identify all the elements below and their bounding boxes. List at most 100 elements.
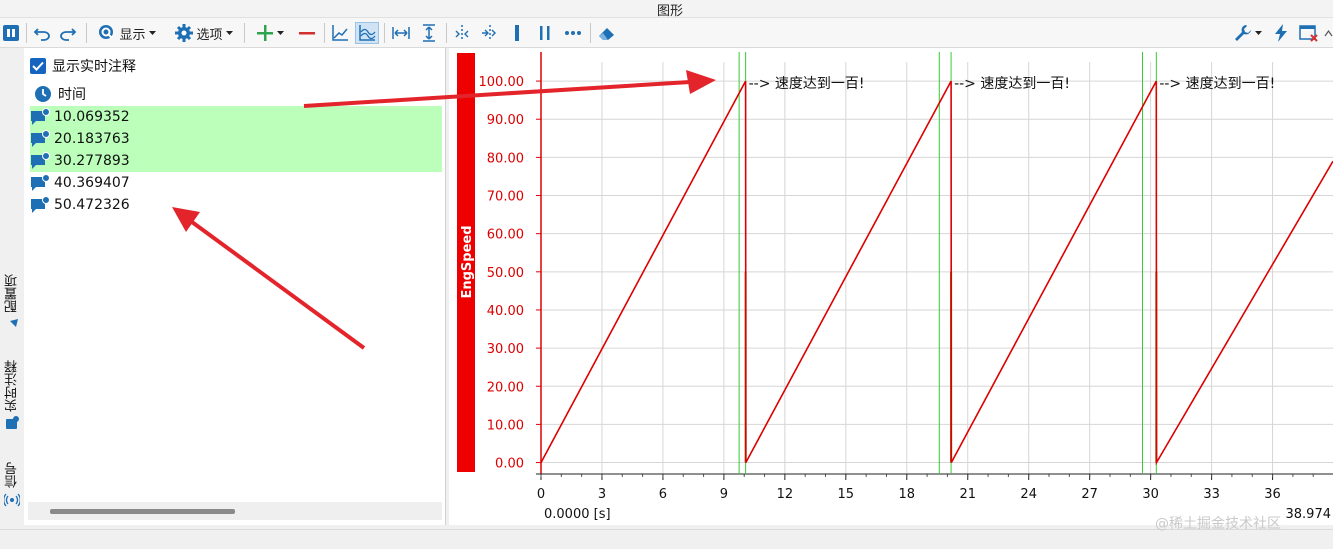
y-tick-label: 10.00 (487, 418, 524, 433)
chevron-down-icon (1255, 30, 1262, 35)
tab-realtime-annotation[interactable]: 实时注释 (0, 360, 24, 452)
chart-svg[interactable]: EngSpeed0.0010.0020.0030.0040.0050.0060.… (449, 48, 1333, 525)
minus-icon (299, 32, 315, 35)
clock-icon (35, 86, 51, 102)
comment-icon (31, 152, 50, 169)
x-tick-label: 33 (1203, 487, 1220, 502)
cursor-tool-button[interactable] (451, 22, 473, 44)
display-search-icon (99, 25, 114, 39)
tab-config-label: 配置项 (4, 274, 20, 313)
comment-icon (31, 108, 50, 125)
show-realtime-annotation-label: 显示实时注释 (52, 59, 136, 75)
y-tick-label: 90.00 (487, 113, 524, 128)
x-tick-label: 12 (777, 487, 794, 502)
eraser-icon (599, 28, 614, 40)
check-icon (32, 61, 44, 71)
bar-marker-icon (515, 25, 519, 41)
clear-button[interactable] (595, 22, 619, 44)
y-tick-label: 60.00 (487, 228, 524, 243)
x-tick-label: 36 (1264, 487, 1281, 502)
redo-icon (60, 28, 77, 41)
window-close-icon (1299, 25, 1318, 42)
annotation-time: 10.069352 (54, 109, 130, 125)
fit-horizontal-button[interactable] (390, 22, 412, 44)
chart-area[interactable]: EngSpeed 0.00 10.00 20.00 30.00 40.00 50.00 60.… (449, 48, 1333, 525)
wrench-icon (1235, 25, 1251, 41)
double-marker-button[interactable] (534, 22, 556, 44)
y-tick-label: 30.00 (487, 342, 524, 357)
tab-config[interactable]: 配置项 (0, 274, 24, 348)
annotation-list-item[interactable]: 50.472326 (30, 194, 442, 216)
x-tick-label: 30 (1142, 487, 1159, 502)
line-view-button[interactable] (329, 22, 351, 44)
window-title: 图形 (657, 4, 684, 19)
annotation-time: 20.183763 (54, 131, 130, 147)
options-menu-button[interactable]: 选项 (170, 22, 238, 44)
y-axis-label: EngSpeed (460, 225, 475, 298)
y-tick-label: 20.00 (487, 380, 524, 395)
pin-arrow-icon (6, 319, 18, 331)
redo-button[interactable] (58, 22, 78, 44)
y-tick-label: 70.00 (487, 190, 524, 205)
toolbar: 显示 选项 (0, 18, 1333, 48)
undo-button[interactable] (32, 22, 52, 44)
annotation-list-item[interactable]: 10.069352 (30, 106, 442, 128)
tab-signal[interactable]: 信号 (0, 462, 24, 522)
time-header-label: 时间 (58, 87, 86, 103)
split-cursor-icon (482, 25, 496, 41)
remove-signal-button[interactable] (296, 22, 318, 44)
line-chart-icon (332, 25, 348, 41)
options-menu-label: 选项 (196, 27, 223, 43)
window-titlebar: 图形 (0, 0, 1333, 19)
lightning-icon (1275, 24, 1287, 42)
double-bar-icon (540, 26, 550, 40)
pause-icon (3, 25, 19, 41)
show-realtime-annotation-checkbox[interactable]: 显示实时注释 (30, 56, 136, 76)
scrollbar-thumb[interactable] (50, 509, 235, 514)
double-cursor-button[interactable] (478, 22, 500, 44)
comment-icon (31, 130, 50, 147)
trigger-button[interactable] (1270, 22, 1292, 44)
status-bar (0, 529, 1333, 549)
x-start-label: 0.0000 [s] (544, 507, 611, 522)
horizontal-scrollbar[interactable] (28, 502, 442, 520)
y-tick-label: 40.00 (487, 304, 524, 319)
single-marker-button[interactable] (506, 22, 528, 44)
x-tick-label: 6 (659, 487, 667, 502)
wave-view-button[interactable] (355, 22, 379, 44)
pause-button[interactable] (2, 22, 20, 44)
side-tab-strip: 配置项 实时注释 信号 (0, 48, 24, 525)
x-tick-label: 0 (537, 487, 545, 502)
comment-icon (31, 174, 50, 191)
annotation-panel: 显示实时注释 时间 10.069352 20.183763 30.277893 … (24, 48, 446, 525)
annotation-list-item[interactable]: 20.183763 (30, 128, 442, 150)
close-window-button[interactable] (1298, 22, 1320, 44)
more-button[interactable] (562, 22, 584, 44)
chevron-down-icon (277, 30, 284, 35)
more-icon (565, 31, 581, 35)
time-column-header[interactable]: 时间 (34, 84, 86, 104)
watermark: @稀土掘金技术社区 (1155, 516, 1281, 532)
annotation-list-item[interactable]: 30.277893 (30, 150, 442, 172)
fit-horizontal-icon (392, 27, 410, 39)
tab-signal-label: 信号 (4, 462, 20, 488)
annotation-list-item[interactable]: 40.369407 (30, 172, 442, 194)
y-tick-label: 0.00 (495, 457, 524, 472)
x-tick-label: 3 (598, 487, 606, 502)
fit-vertical-button[interactable] (418, 22, 440, 44)
tab-realtime-annotation-label: 实时注释 (4, 360, 20, 412)
plus-icon (257, 25, 273, 41)
x-tick-label: 9 (720, 487, 728, 502)
scroll-up-button[interactable] (1324, 22, 1333, 44)
tools-menu-button[interactable] (1232, 22, 1264, 44)
annotation-marker-label: --> 速度达到一百! (749, 76, 865, 92)
y-tick-label: 80.00 (487, 151, 524, 166)
add-signal-button[interactable] (250, 22, 290, 44)
x-end-label: 38.974 (1286, 507, 1332, 522)
y-tick-label: 100.00 (479, 75, 525, 90)
checkbox-checked[interactable] (30, 58, 46, 74)
annotation-time: 40.369407 (54, 175, 130, 191)
x-tick-label: 18 (899, 487, 916, 502)
display-menu-button[interactable]: 显示 (94, 22, 160, 44)
chevron-down-icon (148, 30, 156, 35)
